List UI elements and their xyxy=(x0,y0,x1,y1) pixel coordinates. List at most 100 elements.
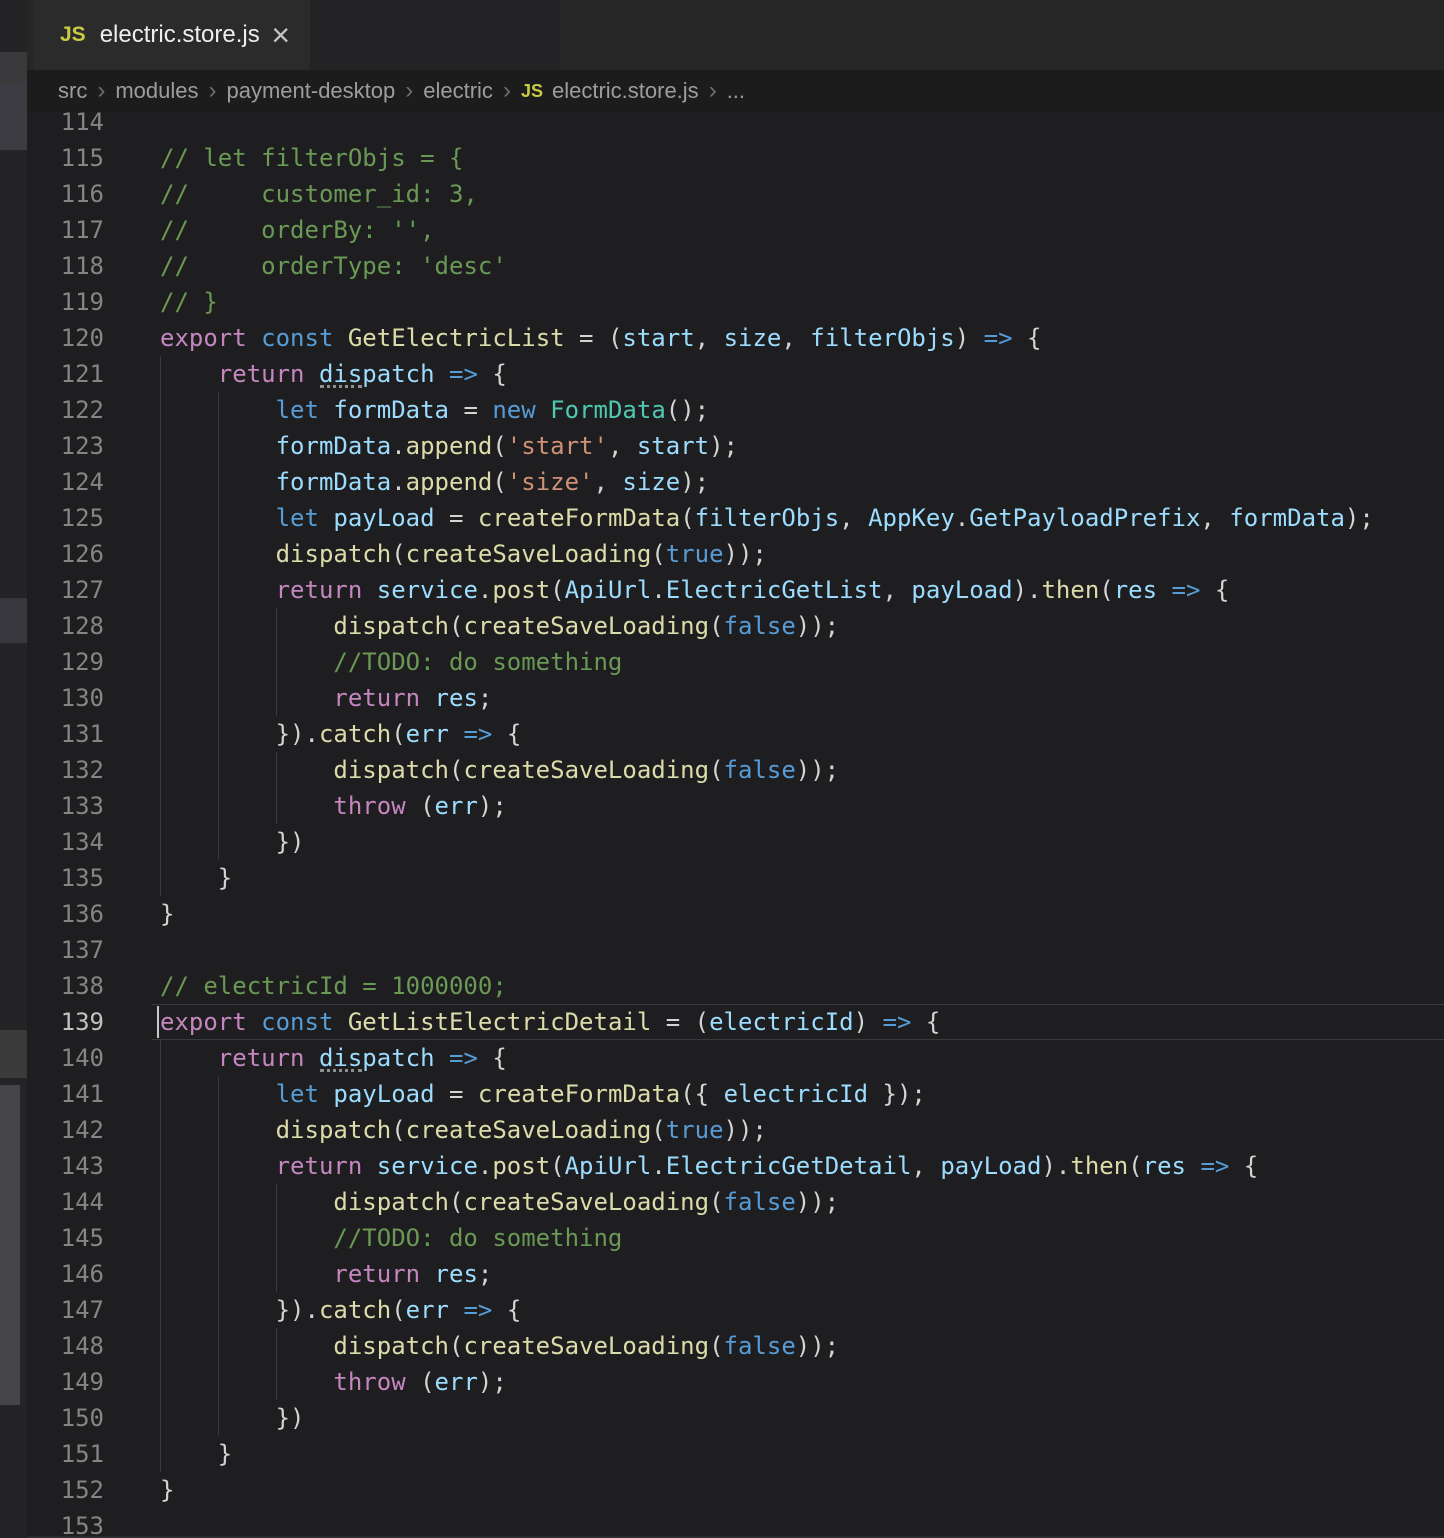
breadcrumb-label: electric.store.js xyxy=(552,78,699,104)
code-lines: 114115// let filterObjs = {116// custome… xyxy=(27,112,1444,1538)
close-icon[interactable]: × xyxy=(271,19,290,51)
code-line[interactable]: 142 dispatch(createSaveLoading(true)); xyxy=(27,1112,1444,1148)
code-line[interactable]: 116// customer_id: 3, xyxy=(27,176,1444,212)
adjacent-panel-sliver xyxy=(0,0,27,1538)
code-line[interactable]: 138// electricId = 1000000; xyxy=(27,968,1444,1004)
code-text: dispatch(createSaveLoading(false)); xyxy=(160,752,839,788)
line-number: 142 xyxy=(27,1112,104,1148)
code-line[interactable]: 128 dispatch(createSaveLoading(false)); xyxy=(27,608,1444,644)
code-line[interactable]: 130 return res; xyxy=(27,680,1444,716)
line-number: 147 xyxy=(27,1292,104,1328)
line-number: 139 xyxy=(27,1004,104,1040)
code-line[interactable]: 139 export const GetListElectricDetail = … xyxy=(27,1004,1444,1040)
breadcrumb-item[interactable]: payment-desktop xyxy=(226,78,395,104)
code-line[interactable]: 115// let filterObjs = { xyxy=(27,140,1444,176)
code-line[interactable]: 137 xyxy=(27,932,1444,968)
line-number: 131 xyxy=(27,716,104,752)
code-text: formData.append('size', size); xyxy=(160,464,709,500)
code-line[interactable]: 121 return dispatch => { xyxy=(27,356,1444,392)
code-text: // } xyxy=(160,284,218,320)
code-line[interactable]: 143 return service.post(ApiUrl.ElectricG… xyxy=(27,1148,1444,1184)
code-text: dispatch(createSaveLoading(true)); xyxy=(160,1112,767,1148)
code-line[interactable]: 127 return service.post(ApiUrl.ElectricG… xyxy=(27,572,1444,608)
js-file-icon: JS xyxy=(521,81,543,102)
code-text: } xyxy=(160,1436,232,1472)
panel-scrollbar-thumb[interactable] xyxy=(0,1085,20,1405)
code-editor[interactable]: 114115// let filterObjs = {116// custome… xyxy=(27,112,1444,1538)
code-line[interactable]: 141 let payLoad = createFormData({ elect… xyxy=(27,1076,1444,1112)
code-text: }).catch(err => { xyxy=(160,716,521,752)
code-line[interactable]: 153 xyxy=(27,1508,1444,1538)
code-line[interactable]: 146 return res; xyxy=(27,1256,1444,1292)
code-line[interactable]: 148 dispatch(createSaveLoading(false)); xyxy=(27,1328,1444,1364)
code-line[interactable]: 125 let payLoad = createFormData(filterO… xyxy=(27,500,1444,536)
panel-sliver-block xyxy=(0,84,27,150)
code-line[interactable]: 152} xyxy=(27,1472,1444,1508)
tab-bar: JS electric.store.js × xyxy=(27,0,1444,70)
code-line[interactable]: 120export const GetElectricList = (start… xyxy=(27,320,1444,356)
code-line[interactable]: 131 }).catch(err => { xyxy=(27,716,1444,752)
code-line[interactable]: 134 }) xyxy=(27,824,1444,860)
line-number: 150 xyxy=(27,1400,104,1436)
code-line[interactable]: 132 dispatch(createSaveLoading(false)); xyxy=(27,752,1444,788)
line-number: 123 xyxy=(27,428,104,464)
line-number: 132 xyxy=(27,752,104,788)
code-line[interactable]: 129 //TODO: do something xyxy=(27,644,1444,680)
line-number: 122 xyxy=(27,392,104,428)
code-text: } xyxy=(160,860,232,896)
js-file-icon: JS xyxy=(60,23,86,47)
text-cursor xyxy=(157,1006,159,1038)
code-line[interactable]: 123 formData.append('start', start); xyxy=(27,428,1444,464)
code-text: //TODO: do something xyxy=(160,644,622,680)
line-number: 152 xyxy=(27,1472,104,1508)
line-number: 140 xyxy=(27,1040,104,1076)
code-text: dispatch(createSaveLoading(false)); xyxy=(160,1184,839,1220)
breadcrumb-item[interactable]: src xyxy=(58,78,87,104)
line-number: 114 xyxy=(27,112,104,140)
code-line[interactable]: 150 }) xyxy=(27,1400,1444,1436)
code-line[interactable]: 149 throw (err); xyxy=(27,1364,1444,1400)
code-text: export const GetListElectricDetail = (el… xyxy=(160,1004,940,1040)
code-line[interactable]: 136} xyxy=(27,896,1444,932)
tab-electric-store-js[interactable]: JS electric.store.js × xyxy=(33,0,310,70)
code-line[interactable]: 114 xyxy=(27,112,1444,140)
line-number: 133 xyxy=(27,788,104,824)
panel-sliver-block xyxy=(0,52,27,84)
breadcrumb-item[interactable]: JS electric.store.js xyxy=(521,78,699,104)
breadcrumb-item[interactable]: ... xyxy=(727,78,745,104)
code-line[interactable]: 151 } xyxy=(27,1436,1444,1472)
line-number: 130 xyxy=(27,680,104,716)
line-number: 151 xyxy=(27,1436,104,1472)
code-line[interactable]: 135 } xyxy=(27,860,1444,896)
line-number: 126 xyxy=(27,536,104,572)
code-line[interactable]: 118// orderType: 'desc' xyxy=(27,248,1444,284)
code-line[interactable]: 147 }).catch(err => { xyxy=(27,1292,1444,1328)
chevron-right-icon: › xyxy=(709,77,717,105)
line-number: 118 xyxy=(27,248,104,284)
vscode-window: JS electric.store.js × src › modules › payme… xyxy=(0,0,1444,1538)
code-text: //TODO: do something xyxy=(160,1220,622,1256)
panel-sliver-block xyxy=(0,598,27,643)
code-line[interactable]: 133 throw (err); xyxy=(27,788,1444,824)
line-number: 143 xyxy=(27,1148,104,1184)
panel-sliver-block xyxy=(0,1030,27,1078)
line-number: 146 xyxy=(27,1256,104,1292)
line-number: 134 xyxy=(27,824,104,860)
code-line[interactable]: 124 formData.append('size', size); xyxy=(27,464,1444,500)
code-text: export const GetElectricList = (start, s… xyxy=(160,320,1041,356)
line-number: 138 xyxy=(27,968,104,1004)
line-number: 145 xyxy=(27,1220,104,1256)
breadcrumb: src›modules›payment-desktop›electric›JSe… xyxy=(27,70,1444,112)
code-line[interactable]: 140 return dispatch => { xyxy=(27,1040,1444,1076)
code-line[interactable]: 122 let formData = new FormData(); xyxy=(27,392,1444,428)
breadcrumb-item[interactable]: electric xyxy=(423,78,493,104)
tab-bar-shade xyxy=(310,0,560,70)
code-line[interactable]: 117// orderBy: '', xyxy=(27,212,1444,248)
breadcrumb-item[interactable]: modules xyxy=(115,78,198,104)
code-line[interactable]: 126 dispatch(createSaveLoading(true)); xyxy=(27,536,1444,572)
code-text: return res; xyxy=(160,680,492,716)
chevron-right-icon: › xyxy=(208,77,216,105)
code-line[interactable]: 145 //TODO: do something xyxy=(27,1220,1444,1256)
code-line[interactable]: 119// } xyxy=(27,284,1444,320)
code-line[interactable]: 144 dispatch(createSaveLoading(false)); xyxy=(27,1184,1444,1220)
